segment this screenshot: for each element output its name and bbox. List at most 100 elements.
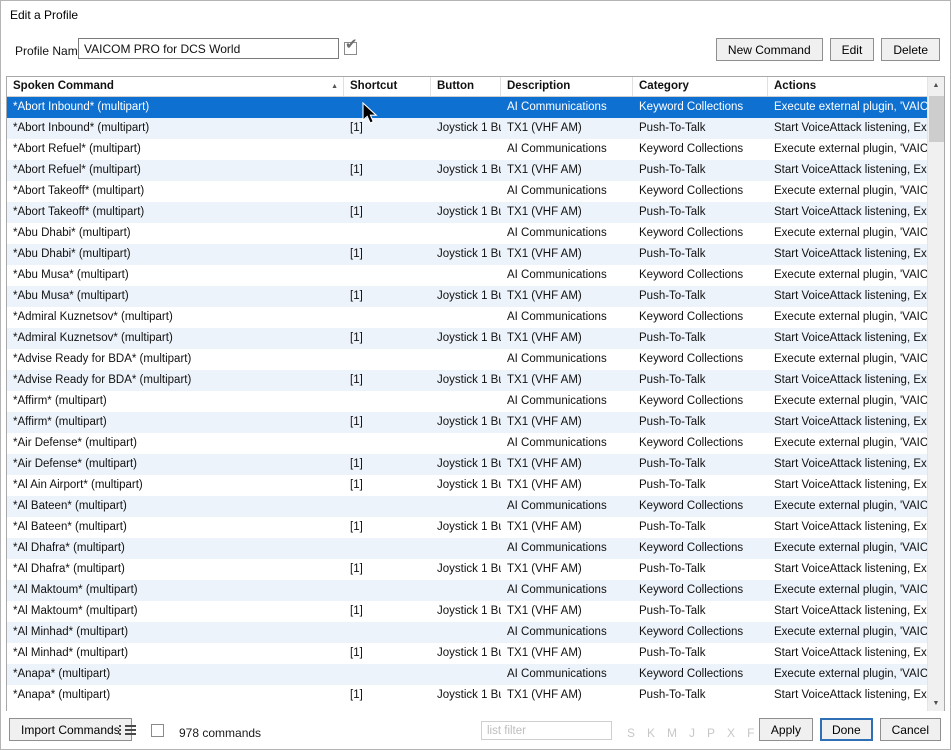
show-derived-commands-checkbox[interactable] [151,724,164,737]
column-header-label: Category [639,80,689,92]
cell-button: Joystick 1 But... [437,605,501,617]
table-row[interactable]: *Abort Refuel* (multipart) [1] Joystick … [7,160,927,181]
table-row[interactable]: *Al Dhafra* (multipart) AI Communication… [7,538,927,559]
list-view-icon[interactable] [119,725,136,737]
profile-name-input[interactable] [78,38,339,59]
table-row[interactable]: *Affirm* (multipart) [1] Joystick 1 But.… [7,412,927,433]
table-row[interactable]: *Air Defense* (multipart) AI Communicati… [7,433,927,454]
profile-enabled-checkbox[interactable]: ✔ [344,36,364,59]
filter-letter-m[interactable]: M [667,726,677,740]
cell-button [431,391,501,412]
table-row[interactable]: *Abort Inbound* (multipart) AI Communica… [7,97,927,118]
table-row[interactable]: *Al Bateen* (multipart) AI Communication… [7,496,927,517]
table-row[interactable]: *Abort Takeoff* (multipart) [1] Joystick… [7,202,927,223]
new-command-button[interactable]: New Command [715,38,823,61]
cell-actions: Execute external plugin, 'VAICO... [774,185,927,197]
cell-button [431,664,501,685]
scrollbar-thumb[interactable] [929,96,944,142]
table-row[interactable]: *Al Maktoum* (multipart) [1] Joystick 1 … [7,601,927,622]
table-row[interactable]: *Al Minhad* (multipart) [1] Joystick 1 B… [7,643,927,664]
filter-letter-k[interactable]: K [647,726,655,740]
cell-actions: Start VoiceAttack listening, Exec... [774,248,927,260]
cell-button [431,307,501,328]
cell-description: AI Communications [507,185,607,197]
done-button[interactable]: Done [819,718,873,741]
filter-letter-x[interactable]: X [727,726,735,740]
table-row[interactable]: *Al Dhafra* (multipart) [1] Joystick 1 B… [7,559,927,580]
cell-spoken-command: *Abu Musa* (multipart) [13,269,129,281]
cell-actions: Execute external plugin, 'VAICO... [774,668,927,680]
filter-letter-p[interactable]: P [707,726,715,740]
cell-spoken-command: *Admiral Kuznetsov* (multipart) [13,311,173,323]
cell-actions: Execute external plugin, 'VAICO... [774,437,927,449]
cell-shortcut: [1] [350,374,363,386]
cell-actions: Start VoiceAttack listening, Exec... [774,479,927,491]
table-row[interactable]: *Abort Inbound* (multipart) [1] Joystick… [7,118,927,139]
table-row[interactable]: *Abort Takeoff* (multipart) AI Communica… [7,181,927,202]
cell-actions: Execute external plugin, 'VAICO... [774,584,927,596]
cell-button [431,97,501,118]
table-row[interactable]: *Al Ain Airport* (multipart) [1] Joystic… [7,475,927,496]
column-header-description[interactable]: Description [501,77,633,96]
column-header-spoken-command[interactable]: ▲ Spoken Command [7,77,344,96]
table-row[interactable]: *Al Minhad* (multipart) AI Communication… [7,622,927,643]
cancel-button[interactable]: Cancel [879,718,941,741]
cell-description: AI Communications [507,353,607,365]
column-header-label: Description [507,80,571,92]
cell-shortcut [344,580,431,601]
table-row[interactable]: *Affirm* (multipart) AI Communications K… [7,391,927,412]
window-title: Edit a Profile [10,8,79,22]
table-row[interactable]: *Admiral Kuznetsov* (multipart) [1] Joys… [7,328,927,349]
command-table-header: ▲ Spoken Command Shortcut Button Descrip… [7,77,927,97]
table-row[interactable]: *Advise Ready for BDA* (multipart) [1] J… [7,370,927,391]
cell-category: Push-To-Talk [639,605,706,617]
cell-category: Keyword Collections [639,395,744,407]
table-row[interactable]: *Anapa* (multipart) [1] Joystick 1 But..… [7,685,927,706]
column-header-shortcut[interactable]: Shortcut [344,77,431,96]
cell-button [431,622,501,643]
table-row[interactable]: *Abu Dhabi* (multipart) [1] Joystick 1 B… [7,244,927,265]
cell-description: AI Communications [507,311,607,323]
cell-description: TX1 (VHF AM) [507,206,582,218]
filter-letter-f[interactable]: F [747,726,754,740]
import-commands-button[interactable]: Import Commands [9,718,132,741]
table-row[interactable]: *Anapa* (multipart) AI Communications Ke… [7,664,927,685]
cell-button: Joystick 1 But... [437,332,501,344]
cell-description: TX1 (VHF AM) [507,416,582,428]
table-row[interactable]: *Abort Refuel* (multipart) AI Communicat… [7,139,927,160]
cell-description: TX1 (VHF AM) [507,563,582,575]
table-row[interactable]: *Abu Dhabi* (multipart) AI Communication… [7,223,927,244]
delete-button[interactable]: Delete [881,38,940,61]
cell-spoken-command: *Advise Ready for BDA* (multipart) [13,353,192,365]
cell-shortcut [344,97,431,118]
column-header-button[interactable]: Button [431,77,501,96]
filter-letter-j[interactable]: J [689,726,695,740]
table-row[interactable]: *Admiral Kuznetsov* (multipart) AI Commu… [7,307,927,328]
filter-letter-s[interactable]: S [627,726,635,740]
edit-button[interactable]: Edit [829,38,875,61]
scroll-down-button[interactable]: ▼ [928,695,944,712]
table-row[interactable]: *Advise Ready for BDA* (multipart) AI Co… [7,349,927,370]
table-row[interactable]: *Al Maktoum* (multipart) AI Communicatio… [7,580,927,601]
scroll-up-button[interactable]: ▲ [928,77,944,94]
cell-category: Push-To-Talk [639,689,706,701]
check-icon: ✔ [345,36,358,53]
table-row[interactable]: *Al Bateen* (multipart) [1] Joystick 1 B… [7,517,927,538]
apply-button[interactable]: Apply [758,718,813,741]
list-filter-input[interactable] [481,721,612,740]
column-header-actions[interactable]: Actions [768,77,927,96]
cell-shortcut [344,139,431,160]
column-header-category[interactable]: Category [633,77,768,96]
cell-button [431,223,501,244]
cell-button [431,181,501,202]
table-row[interactable]: *Abu Musa* (multipart) AI Communications… [7,265,927,286]
table-row[interactable]: *Air Defense* (multipart) [1] Joystick 1… [7,454,927,475]
vertical-scrollbar[interactable]: ▲ ▼ [927,77,944,712]
table-row[interactable]: *Abu Musa* (multipart) [1] Joystick 1 Bu… [7,286,927,307]
cell-actions: Execute external plugin, 'VAICO... [774,500,927,512]
cell-category: Push-To-Talk [639,290,706,302]
column-header-label: Actions [774,80,817,92]
cell-spoken-command: *Al Dhafra* (multipart) [13,563,125,575]
cell-spoken-command: *Admiral Kuznetsov* (multipart) [13,332,173,344]
cell-category: Push-To-Talk [639,206,706,218]
